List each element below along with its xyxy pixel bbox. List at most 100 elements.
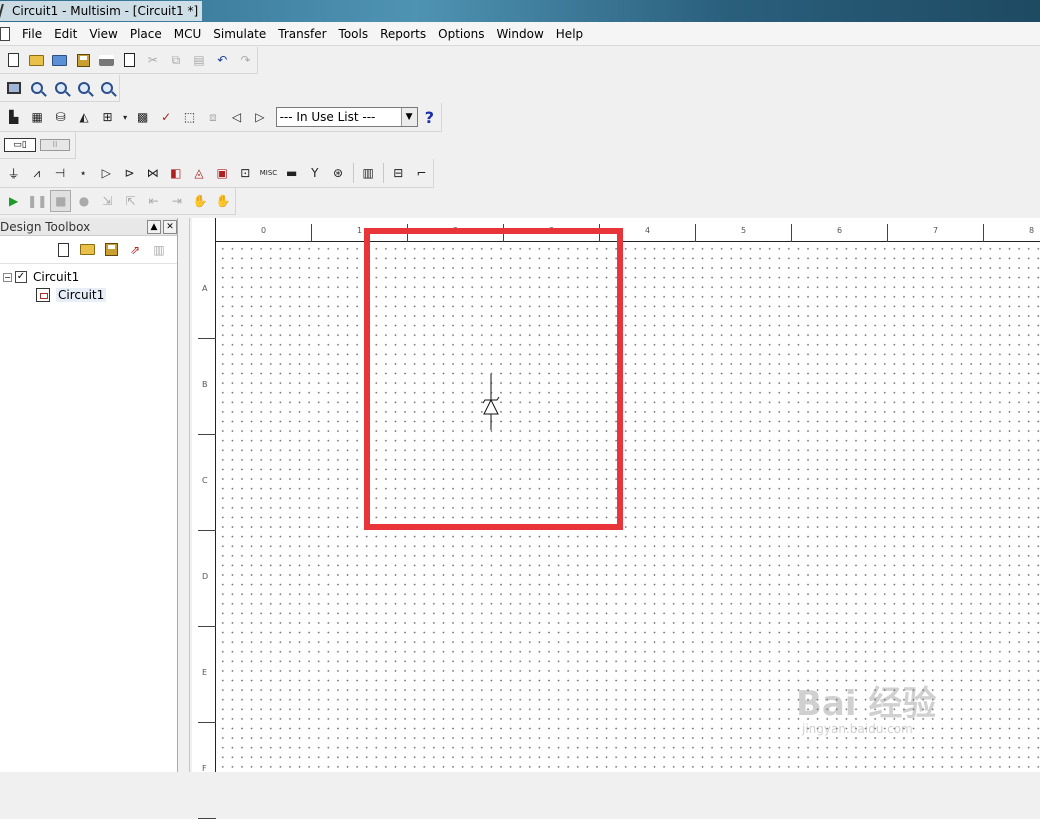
document-icon[interactable] bbox=[0, 26, 10, 41]
grapher-dropdown-button[interactable]: ▾ bbox=[120, 106, 130, 128]
help-button[interactable]: ? bbox=[419, 106, 440, 128]
place-basic-button[interactable]: ⩘ bbox=[26, 162, 47, 184]
place-analog-button[interactable]: ▷ bbox=[96, 162, 117, 184]
run-to-cursor-button[interactable]: ⇥ bbox=[166, 190, 187, 212]
stop-button[interactable]: ■ bbox=[50, 190, 72, 212]
toggle-on-icon[interactable]: ▭▯ bbox=[4, 138, 36, 152]
open-samples-button[interactable] bbox=[49, 49, 70, 71]
paste-button[interactable]: ▤ bbox=[189, 49, 210, 71]
zoom-fit-button[interactable] bbox=[97, 77, 118, 99]
print-preview-button[interactable] bbox=[119, 49, 140, 71]
panel-float-button[interactable]: ▲ bbox=[147, 219, 161, 234]
tree-row-sheet[interactable]: Circuit1 bbox=[0, 286, 177, 304]
menu-mcu[interactable]: MCU bbox=[168, 24, 208, 44]
step-over-button[interactable]: ⇱ bbox=[120, 190, 141, 212]
erc-button[interactable]: ✓ bbox=[155, 106, 176, 128]
diode-triangle bbox=[483, 398, 499, 415]
menu-help[interactable]: Help bbox=[550, 24, 589, 44]
menu-edit[interactable]: Edit bbox=[48, 24, 83, 44]
menu-view[interactable]: View bbox=[83, 24, 123, 44]
place-cmos-button[interactable]: ⋈ bbox=[142, 162, 163, 184]
ruler-label-x: 6 bbox=[837, 226, 843, 235]
run-button[interactable]: ▶ bbox=[3, 190, 24, 212]
menu-options[interactable]: Options bbox=[432, 24, 490, 44]
toggle-off-icon[interactable]: II bbox=[40, 139, 70, 151]
place-ttl-button[interactable]: ⊳ bbox=[119, 162, 140, 184]
database-manager-button[interactable]: ⛁ bbox=[50, 106, 71, 128]
open-button[interactable] bbox=[26, 49, 47, 71]
zoom-out-button[interactable] bbox=[50, 77, 71, 99]
zoom-in-button[interactable] bbox=[26, 77, 47, 99]
menu-tools[interactable]: Tools bbox=[333, 24, 375, 44]
copy-icon: ⧉ bbox=[171, 52, 181, 67]
panel-splitter[interactable] bbox=[178, 218, 190, 772]
run-to-cursor-icon: ⇥ bbox=[171, 194, 182, 208]
zener-diode-component[interactable] bbox=[480, 374, 502, 430]
undo-button[interactable]: ↶ bbox=[212, 49, 233, 71]
toolbox-open-button[interactable] bbox=[76, 239, 98, 261]
zoom-fit-icon bbox=[101, 82, 114, 94]
schematic-sheet-icon bbox=[36, 288, 50, 302]
place-misc-digital-button[interactable]: ◧ bbox=[165, 162, 186, 184]
design-toolbox-button[interactable]: ▙ bbox=[3, 106, 24, 128]
place-bus-button[interactable]: ⌐ bbox=[411, 162, 432, 184]
panel-close-button[interactable]: ✕ bbox=[163, 219, 177, 234]
toolbox-export-button[interactable]: ⇗ bbox=[124, 239, 146, 261]
place-transistor-button[interactable]: ⋆ bbox=[73, 162, 94, 184]
tree-row-project[interactable]: − ✓ Circuit1 bbox=[0, 268, 177, 286]
in-use-list-dropdown[interactable]: --- In Use List --- ▼ bbox=[275, 107, 418, 127]
place-source-button[interactable]: ⏚ bbox=[3, 162, 24, 184]
place-rf-button[interactable]: Y bbox=[304, 162, 325, 184]
toolbox-save-button[interactable] bbox=[100, 239, 122, 261]
save-button[interactable] bbox=[73, 49, 94, 71]
print-button[interactable] bbox=[96, 49, 117, 71]
place-power-button[interactable]: ⊡ bbox=[235, 162, 256, 184]
grapher-button[interactable]: ⊞ bbox=[97, 106, 118, 128]
zoom-area-button[interactable] bbox=[73, 77, 94, 99]
zoom-out-icon bbox=[54, 82, 67, 94]
standard-toolbar: ✂ ⧉ ▤ ↶ ↷ bbox=[0, 47, 258, 74]
dropdown-arrow-icon[interactable]: ▼ bbox=[400, 108, 417, 126]
menu-window[interactable]: Window bbox=[490, 24, 549, 44]
place-diode-button[interactable]: ⊣ bbox=[49, 162, 70, 184]
new-file-button[interactable] bbox=[3, 49, 24, 71]
ruler-label-y: D bbox=[202, 572, 209, 581]
menu-place[interactable]: Place bbox=[124, 24, 168, 44]
menu-reports[interactable]: Reports bbox=[374, 24, 432, 44]
caret-up-icon: ▲ bbox=[150, 221, 158, 232]
create-component-button[interactable]: ◭ bbox=[73, 106, 94, 128]
back-annotate-button[interactable]: ◁ bbox=[226, 106, 247, 128]
menu-file[interactable]: File bbox=[16, 24, 48, 44]
copy-button[interactable]: ⧉ bbox=[165, 49, 186, 71]
step-out-button[interactable]: ⇤ bbox=[143, 190, 164, 212]
full-screen-button[interactable] bbox=[3, 77, 24, 99]
toggle-breakpoint-button[interactable]: ✋ bbox=[190, 190, 211, 212]
pause-button[interactable]: ❚❚ bbox=[26, 190, 48, 212]
toolbox-delete-button[interactable]: ▥ bbox=[148, 239, 170, 261]
place-misc-button[interactable]: MISC bbox=[258, 162, 279, 184]
forward-annotate-button[interactable]: ▷ bbox=[249, 106, 270, 128]
remove-all-breakpoints-button[interactable]: ✋ bbox=[213, 190, 234, 212]
toolbox-new-button[interactable] bbox=[52, 239, 74, 261]
place-hierarchical-block-button[interactable]: ⊟ bbox=[388, 162, 409, 184]
redo-button[interactable]: ↷ bbox=[235, 49, 256, 71]
step-into-button[interactable]: ⇲ bbox=[97, 190, 118, 212]
electromechanical-icon: ⊛ bbox=[332, 166, 344, 180]
annotate-button[interactable]: ⧈ bbox=[202, 106, 223, 128]
postprocessor-button[interactable]: ▩ bbox=[132, 106, 153, 128]
place-mixed-button[interactable]: ◬ bbox=[188, 162, 209, 184]
cut-button[interactable]: ✂ bbox=[142, 49, 163, 71]
place-advanced-peripherals-button[interactable]: ▬ bbox=[281, 162, 302, 184]
pause-at-breakpoint-button[interactable]: ● bbox=[73, 190, 94, 212]
ruler-tick bbox=[695, 224, 696, 242]
menu-simulate[interactable]: Simulate bbox=[207, 24, 272, 44]
place-electromechanical-button[interactable]: ⊛ bbox=[327, 162, 348, 184]
collapse-expander-icon[interactable]: − bbox=[3, 272, 12, 282]
scissors-icon: ✂ bbox=[147, 53, 158, 67]
checkbox-icon[interactable]: ✓ bbox=[15, 271, 27, 283]
place-indicator-button[interactable]: ▣ bbox=[212, 162, 233, 184]
spreadsheet-view-button[interactable]: ▦ bbox=[26, 106, 47, 128]
place-mcu-button[interactable]: ▥ bbox=[358, 162, 379, 184]
menu-transfer[interactable]: Transfer bbox=[272, 24, 332, 44]
region-select-button[interactable]: ⬚ bbox=[179, 106, 200, 128]
